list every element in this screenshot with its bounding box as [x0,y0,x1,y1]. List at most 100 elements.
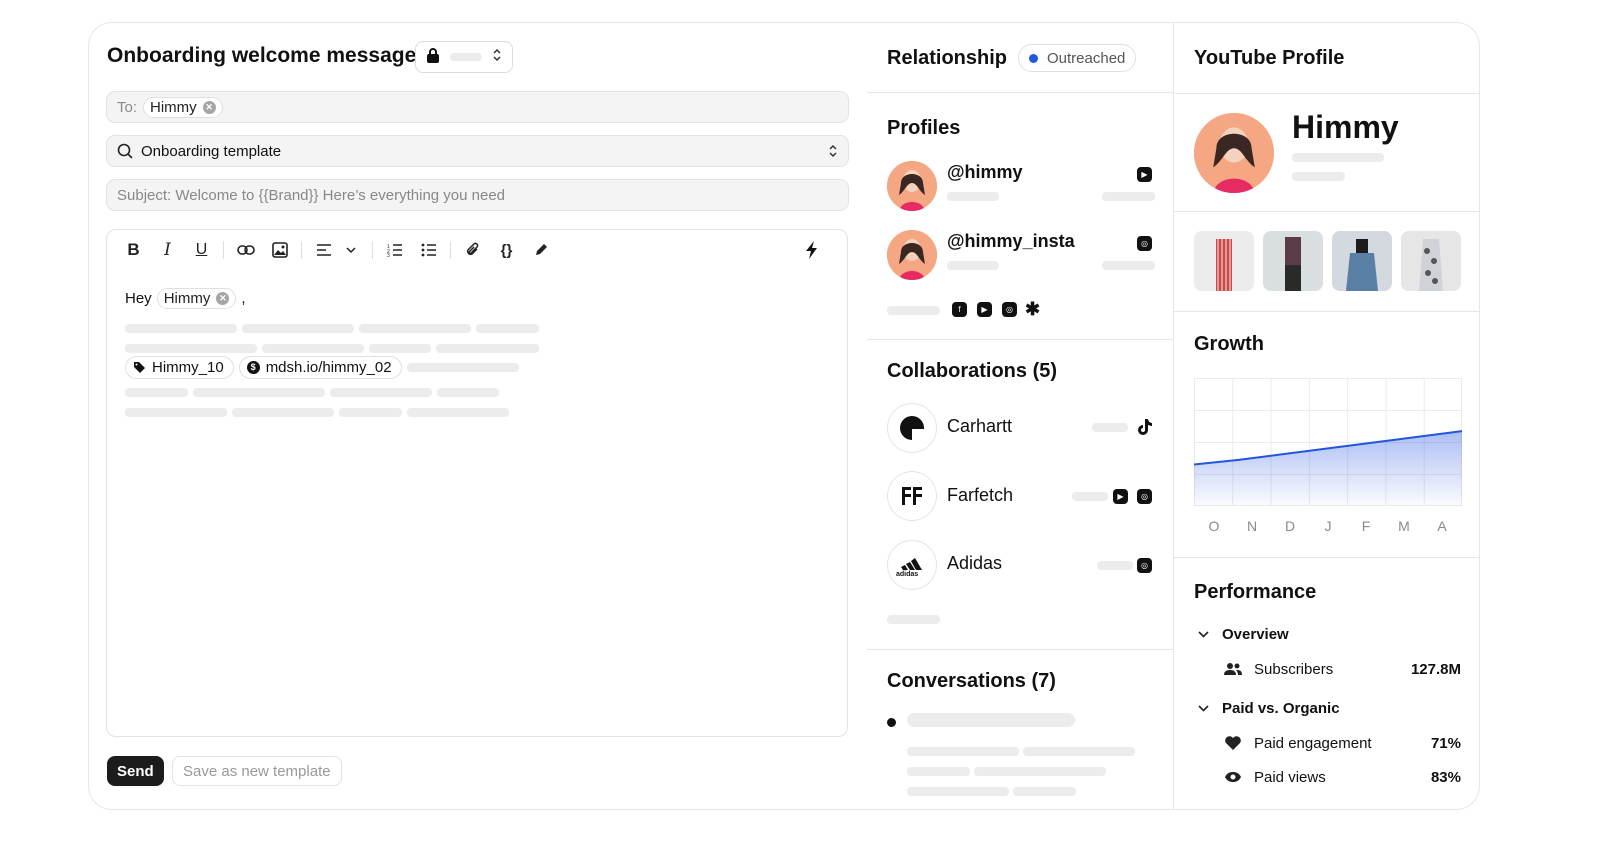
code-braces-icon[interactable]: {} [494,238,519,262]
video-thumbnail[interactable] [1332,231,1392,291]
toolbar-divider [223,241,224,259]
video-thumbnail[interactable] [1194,231,1254,291]
overview-label: Overview [1222,625,1289,643]
composer-title: Onboarding welcome message [107,44,417,67]
chevron-updown-icon [828,144,838,158]
message-editor[interactable]: B I U 123 {} Hey Himmy ✕ , Himmy_10 $ md… [106,229,848,737]
growth-chart: ONDJFMA [1193,378,1463,553]
text-placeholder [907,787,1009,796]
section-divider [1174,211,1479,212]
bold-icon[interactable]: B [121,238,146,262]
profiles-title: Profiles [887,117,961,139]
greeting-name: Himmy [163,290,211,307]
template-value: Onboarding template [141,142,282,160]
asterisk-icon[interactable]: ✱ [1025,299,1040,320]
subject-input[interactable]: Subject: Welcome to {{Brand}} Here’s eve… [106,179,849,211]
relationship-panel: Relationship Outreached Profiles @himmy … [867,23,1173,809]
email-composer: Onboarding welcome message To: Himmy ✕ O… [89,23,867,809]
text-placeholder [125,344,257,353]
status-badge[interactable]: Outreached [1018,44,1137,72]
link-icon[interactable] [233,238,258,262]
paid-engagement-row: Paid engagement 71% [1194,734,1461,752]
underline-icon[interactable]: U [189,238,214,262]
instagram-icon: ◎ [1137,558,1152,573]
affiliate-link: mdsh.io/himmy_02 [265,359,392,376]
profile-handle: @himmy_insta [947,231,1075,251]
youtube-icon: ▶ [1113,489,1128,504]
instagram-icon[interactable]: ◎ [1002,302,1017,317]
channel-name: Himmy [1292,109,1399,145]
recipient-chip[interactable]: Himmy ✕ [143,96,223,118]
youtube-icon: ▶ [1137,167,1152,182]
paid-views-row: Paid views 83% [1194,768,1461,786]
video-thumbnail[interactable] [1401,231,1461,291]
section-divider [1174,93,1479,94]
section-divider [1174,311,1479,312]
x-tick-label: N [1247,518,1257,534]
save-template-button[interactable]: Save as new template [172,756,342,786]
profile-handle: @himmy [947,162,1023,182]
italic-icon[interactable]: I [155,238,180,262]
image-icon[interactable] [267,238,292,262]
text-placeholder [476,324,539,333]
numbered-list-icon[interactable]: 123 [382,238,407,262]
visibility-select[interactable] [415,41,513,73]
remove-variable-icon[interactable]: ✕ [216,292,230,305]
remove-recipient-icon[interactable]: ✕ [202,100,216,114]
to-label: To: [117,98,138,116]
svg-text:adidas: adidas [896,571,918,577]
to-field[interactable]: To: Himmy ✕ [106,91,849,123]
youtube-profile-panel: YouTube Profile Himmy Growth O N D J F M A Per… [1173,23,1479,809]
attachment-icon[interactable] [460,238,485,262]
facebook-icon[interactable]: f [952,302,967,317]
paid-views-value: 83% [1430,768,1461,786]
toolbar-divider [450,241,451,259]
name-variable-chip[interactable]: Himmy ✕ [156,288,237,309]
overview-toggle[interactable]: Overview [1194,625,1461,643]
brand-name: Farfetch [947,485,1014,505]
x-tick-label: O [1209,518,1220,534]
align-left-icon[interactable] [311,238,336,262]
collaborations-title: Collaborations (5) [887,360,1058,382]
paid-engagement-label: Paid engagement [1254,734,1372,752]
heart-icon [1224,734,1242,752]
text-placeholder [1023,747,1135,756]
paid-vs-organic-toggle[interactable]: Paid vs. Organic [1194,699,1461,717]
subscribers-row: Subscribers 127.8M [1194,660,1461,678]
status-label: Outreached [1047,49,1126,67]
greeting-line: Hey Himmy ✕ , [125,288,246,309]
video-thumbnail[interactable] [1263,231,1323,291]
text-placeholder [1292,172,1345,181]
text-placeholder [125,324,237,333]
youtube-icon[interactable]: ▶ [977,302,992,317]
text-placeholder [1102,261,1155,270]
bullet-list-icon[interactable] [416,238,441,262]
paid-vs-organic-label: Paid vs. Organic [1222,699,1340,717]
text-placeholder [407,408,509,417]
pen-icon[interactable] [528,238,553,262]
tag-icon [133,361,146,374]
text-placeholder [330,388,432,397]
app-window: Onboarding welcome message To: Himmy ✕ O… [88,22,1480,810]
text-placeholder [974,767,1106,776]
text-placeholder [436,344,539,353]
brand-name: Adidas [947,553,1003,573]
affiliate-link-pill[interactable]: $ mdsh.io/himmy_02 [238,356,402,379]
x-tick-label: F [1362,518,1371,534]
chevron-down-icon [1194,625,1212,643]
text-placeholder [1102,192,1155,201]
send-button[interactable]: Send [107,756,164,786]
discount-code: Himmy_10 [152,359,224,376]
x-tick-label: D [1285,518,1295,534]
template-select[interactable]: Onboarding template [106,135,849,167]
greeting-comma: , [241,290,246,307]
text-placeholder [339,408,402,417]
lock-icon [426,47,440,68]
formatting-toolbar: B I U 123 {} [121,238,833,262]
unread-dot [887,718,896,727]
bolt-icon[interactable] [799,238,824,262]
recipient-name: Himmy [150,98,197,116]
discount-code-pill[interactable]: Himmy_10 [125,356,234,379]
chevron-down-icon[interactable] [338,238,363,262]
paid-engagement-value: 71% [1430,734,1461,752]
